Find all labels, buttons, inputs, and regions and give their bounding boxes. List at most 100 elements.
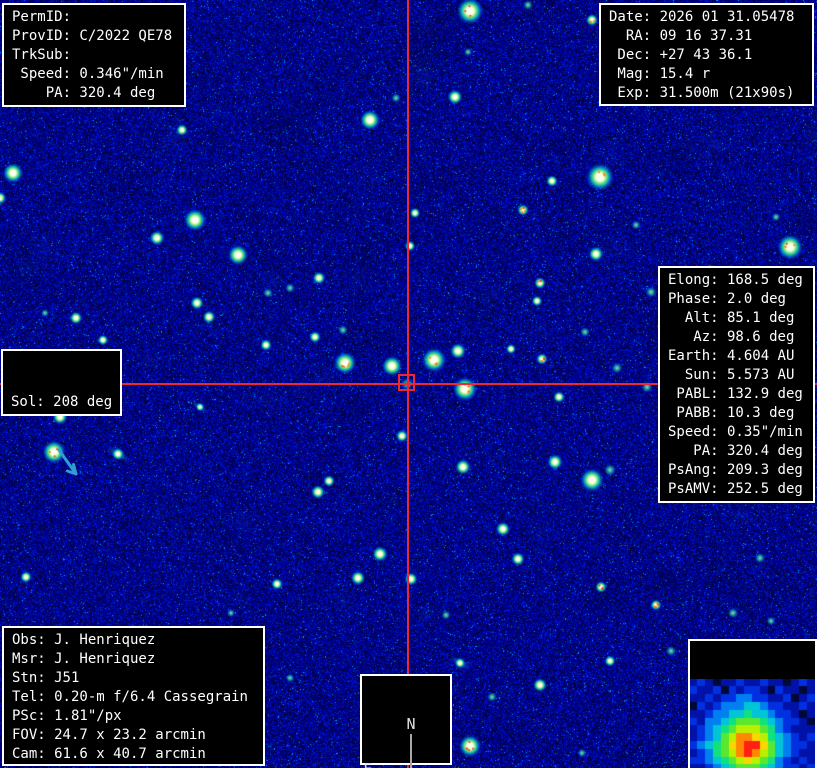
field-label: TrkSub (12, 46, 71, 65)
target-marker-box (398, 374, 415, 391)
field-value: +27 43 36.1 (651, 47, 752, 63)
field-value: 24.7 x 23.2 arcmin (46, 727, 206, 743)
field-label: PA (668, 442, 719, 461)
info-row-cam: Cam61.6 x 40.7 arcmin (12, 745, 255, 764)
field-label: Msr (12, 650, 46, 669)
info-row-msr: MsrJ. Henriquez (12, 650, 255, 669)
field-value: 0.20-m f/6.4 Cassegrain (46, 689, 248, 705)
field-label: Mag (609, 65, 651, 84)
info-row-date: Date2026 01 31.05478 (609, 8, 804, 27)
info-row-trksub: TrkSub (12, 46, 176, 65)
field-label: Dec (609, 46, 651, 65)
field-label: Alt (668, 309, 719, 328)
field-label: Elong (668, 271, 719, 290)
field-label: PA (12, 84, 71, 103)
field-value: 61.6 x 40.7 arcmin (46, 746, 206, 762)
field-label: Speed (12, 65, 71, 84)
compass-east-label: E (363, 760, 372, 768)
field-value: 252.5 deg (719, 481, 803, 497)
field-value: J. Henriquez (46, 632, 156, 648)
field-value: 4.604 AU (719, 348, 795, 364)
field-label: FOV (12, 726, 46, 745)
info-row-sun: Sun5.573 AU (668, 366, 805, 385)
info-row-pabl: PABL132.9 deg (668, 385, 805, 404)
field-value: J51 (46, 670, 80, 686)
info-row-psc: PSc1.81"/px (12, 707, 255, 726)
field-label: PsAMV (668, 480, 719, 499)
field-label: RA (609, 27, 651, 46)
field-value: 1.81"/px (46, 708, 122, 724)
info-row-phase: Phase2.0 deg (668, 290, 805, 309)
field-label: Obs (12, 631, 46, 650)
info-row-stn: StnJ51 (12, 669, 255, 688)
target-id-panel: PermIDProvIDC/2022 QE78TrkSubSpeed0.346"… (2, 3, 186, 107)
info-row-elong: Elong168.5 deg (668, 271, 805, 290)
field-label: Az (668, 328, 719, 347)
sun-direction-panel: Sol: 208 deg (1, 349, 122, 416)
field-label: Sun (668, 366, 719, 385)
info-row-alt: Alt85.1 deg (668, 309, 805, 328)
info-row-mag: Mag15.4 r (609, 65, 804, 84)
field-label: PABB (668, 404, 719, 423)
field-value: 85.1 deg (719, 310, 795, 326)
field-label: Earth (668, 347, 719, 366)
field-value: 209.3 deg (719, 462, 803, 478)
ephemeris-panel: Elong168.5 degPhase2.0 degAlt85.1 degAz9… (658, 266, 815, 503)
sun-direction-arrow-icon (29, 448, 129, 486)
field-value: 15.4 r (651, 66, 710, 82)
field-value: C/2022 QE78 (71, 28, 172, 44)
field-value: 168.5 deg (719, 272, 803, 288)
compass-panel: N E (360, 674, 452, 765)
info-row-exp: Exp31.500m (21x90s) (609, 84, 804, 103)
field-value: 0.35"/min (719, 424, 803, 440)
zoom-thumbnail-panel (688, 639, 817, 768)
info-row-speed: Speed0.35"/min (668, 423, 805, 442)
field-value: 2.0 deg (719, 291, 786, 307)
info-row-tel: Tel0.20-m f/6.4 Cassegrain (12, 688, 255, 707)
info-row-pa: PA320.4 deg (668, 442, 805, 461)
field-value (71, 9, 79, 25)
info-row-dec: Dec+27 43 36.1 (609, 46, 804, 65)
field-value: J. Henriquez (46, 651, 156, 667)
info-row-earth: Earth4.604 AU (668, 347, 805, 366)
field-value: 10.3 deg (719, 405, 795, 421)
field-label: ProvID (12, 27, 71, 46)
field-value: 5.573 AU (719, 367, 795, 383)
info-row-obs: ObsJ. Henriquez (12, 631, 255, 650)
field-value (71, 47, 79, 63)
field-label: Cam (12, 745, 46, 764)
info-row-az: Az98.6 deg (668, 328, 805, 347)
field-value: 320.4 deg (719, 443, 803, 459)
field-label: Date (609, 8, 651, 27)
info-row-fov: FOV24.7 x 23.2 arcmin (12, 726, 255, 745)
info-row-pa: PA320.4 deg (12, 84, 176, 103)
field-label: PermID (12, 8, 71, 27)
info-row-ra: RA09 16 37.31 (609, 27, 804, 46)
field-label: PsAng (668, 461, 719, 480)
info-row-psamv: PsAMV252.5 deg (668, 480, 805, 499)
field-value: 320.4 deg (71, 85, 155, 101)
fits-image-viewport: PermIDProvIDC/2022 QE78TrkSubSpeed0.346"… (0, 0, 817, 768)
field-value: 0.346"/min (71, 66, 164, 82)
field-label: Speed (668, 423, 719, 442)
field-label: Tel (12, 688, 46, 707)
info-row-pabb: PABB10.3 deg (668, 404, 805, 423)
target-zoom-thumbnail (690, 679, 815, 768)
field-value: 98.6 deg (719, 329, 795, 345)
field-label: Stn (12, 669, 46, 688)
field-value: 31.500m (21x90s) (651, 85, 794, 101)
info-row-speed: Speed0.346"/min (12, 65, 176, 84)
date-coordinates-panel: Date2026 01 31.05478RA09 16 37.31Dec+27 … (599, 3, 814, 106)
field-label: Phase (668, 290, 719, 309)
sol-angle-label: Sol: 208 deg (11, 393, 112, 412)
field-label: Exp (609, 84, 651, 103)
field-label: PSc (12, 707, 46, 726)
field-value: 09 16 37.31 (651, 28, 752, 44)
field-value: 132.9 deg (719, 386, 803, 402)
info-row-provid: ProvIDC/2022 QE78 (12, 27, 176, 46)
compass-north-label: N (406, 715, 415, 733)
field-value: 2026 01 31.05478 (651, 9, 794, 25)
observer-telescope-panel: ObsJ. HenriquezMsrJ. HenriquezStnJ51Tel0… (2, 626, 265, 766)
info-row-psang: PsAng209.3 deg (668, 461, 805, 480)
info-row-permid: PermID (12, 8, 176, 27)
